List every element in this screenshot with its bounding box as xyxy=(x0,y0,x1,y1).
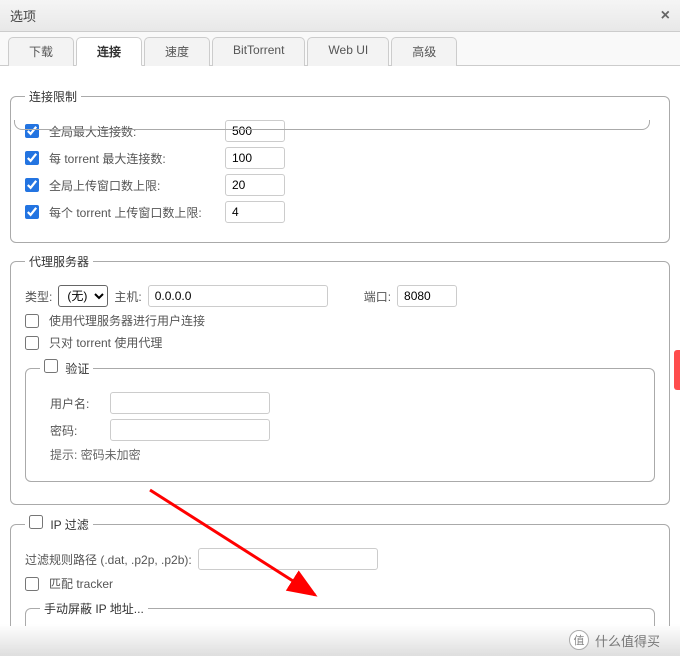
auth-pass-row: 密码: xyxy=(50,419,630,441)
conn-row-per-torrent-upload: 每个 torrent 上传窗口数上限: xyxy=(25,201,655,223)
checkbox-only-torrent-proxy[interactable] xyxy=(25,336,39,350)
label-per-torrent-max-conn: 每 torrent 最大连接数: xyxy=(49,150,219,167)
close-icon[interactable]: × xyxy=(661,7,670,25)
conn-row-per-torrent-max: 每 torrent 最大连接数: xyxy=(25,147,655,169)
manual-block-group: 手动屏蔽 IP 地址... xyxy=(25,600,655,626)
checkbox-global-upload-slots[interactable] xyxy=(25,178,39,192)
tabs-bar: 下载 连接 速度 BitTorrent Web UI 高级 xyxy=(0,32,680,66)
proxy-only-torrent-row: 只对 torrent 使用代理 xyxy=(25,334,655,351)
label-proxy-peers: 使用代理服务器进行用户连接 xyxy=(49,312,205,329)
input-global-upload-slots[interactable] xyxy=(225,174,285,196)
connection-limits-group: 连接限制 全局最大连接数: 每 torrent 最大连接数: 全局上传窗口数上限… xyxy=(10,88,670,243)
proxy-auth-legend: 验证 xyxy=(40,359,93,377)
auth-user-label: 用户名: xyxy=(50,395,100,412)
checkbox-per-torrent-upload-slots[interactable] xyxy=(25,205,39,219)
proxy-main-row: 类型: (无) 主机: 端口: xyxy=(25,285,655,307)
proxy-type-label: 类型: xyxy=(25,288,52,305)
label-match-tracker: 匹配 tracker xyxy=(49,575,113,592)
conn-row-global-upload: 全局上传窗口数上限: xyxy=(25,174,655,196)
tab-bittorrent[interactable]: BitTorrent xyxy=(212,37,305,66)
dialog-header: 选项 × xyxy=(0,0,680,32)
watermark-bar: 值 什么值得买 xyxy=(0,624,680,656)
manual-block-legend: 手动屏蔽 IP 地址... xyxy=(40,600,148,617)
side-indicator xyxy=(674,350,680,390)
auth-pass-input[interactable] xyxy=(110,419,270,441)
auth-user-input[interactable] xyxy=(110,392,270,414)
ipfilter-path-input[interactable] xyxy=(198,548,378,570)
tab-webui[interactable]: Web UI xyxy=(307,37,389,66)
label-only-torrent-proxy: 只对 torrent 使用代理 xyxy=(49,334,162,351)
checkbox-proxy-peers[interactable] xyxy=(25,314,39,328)
proxy-legend: 代理服务器 xyxy=(25,253,93,270)
label-global-upload-slots: 全局上传窗口数上限: xyxy=(49,177,219,194)
ipfilter-path-row: 过滤规则路径 (.dat, .p2p, .p2b): xyxy=(25,548,655,570)
auth-user-row: 用户名: xyxy=(50,392,630,414)
checkbox-match-tracker[interactable] xyxy=(25,577,39,591)
proxy-host-label: 主机: xyxy=(114,288,141,305)
ipfilter-group: IP 过滤 过滤规则路径 (.dat, .p2p, .p2b): 匹配 trac… xyxy=(10,515,670,626)
prev-section-edge xyxy=(14,120,650,130)
checkbox-ipfilter[interactable] xyxy=(29,515,43,529)
dialog-title: 选项 xyxy=(10,6,36,25)
proxy-group: 代理服务器 类型: (无) 主机: 端口: 使用代理服务器进行用户连接 只对 t… xyxy=(10,253,670,505)
connection-limits-legend: 连接限制 xyxy=(25,88,81,105)
proxy-port-label: 端口: xyxy=(364,288,391,305)
ipfilter-tracker-row: 匹配 tracker xyxy=(25,575,655,592)
tab-speed[interactable]: 速度 xyxy=(144,37,210,66)
watermark-icon: 值 xyxy=(569,630,589,650)
checkbox-per-torrent-max-conn[interactable] xyxy=(25,151,39,165)
content-area: 连接限制 全局最大连接数: 每 torrent 最大连接数: 全局上传窗口数上限… xyxy=(0,66,680,626)
proxy-host-input[interactable] xyxy=(148,285,328,307)
auth-hint: 提示: 密码未加密 xyxy=(50,446,630,463)
proxy-peers-row: 使用代理服务器进行用户连接 xyxy=(25,312,655,329)
input-per-torrent-upload-slots[interactable] xyxy=(225,201,285,223)
watermark-text: 什么值得买 xyxy=(595,631,660,650)
tab-download[interactable]: 下载 xyxy=(8,37,74,66)
label-per-torrent-upload-slots: 每个 torrent 上传窗口数上限: xyxy=(49,204,219,221)
auth-pass-label: 密码: xyxy=(50,422,100,439)
proxy-auth-group: 验证 用户名: 密码: 提示: 密码未加密 xyxy=(25,359,655,482)
tab-advanced[interactable]: 高级 xyxy=(391,37,457,66)
checkbox-proxy-auth[interactable] xyxy=(44,359,58,373)
ipfilter-legend-text: IP 过滤 xyxy=(50,518,88,532)
ipfilter-path-label: 过滤规则路径 (.dat, .p2p, .p2b): xyxy=(25,551,192,568)
ipfilter-legend: IP 过滤 xyxy=(25,515,93,533)
proxy-port-input[interactable] xyxy=(397,285,457,307)
input-per-torrent-max-conn[interactable] xyxy=(225,147,285,169)
proxy-type-select[interactable]: (无) xyxy=(58,285,108,307)
tab-connection[interactable]: 连接 xyxy=(76,37,142,66)
proxy-auth-legend-text: 验证 xyxy=(65,362,89,376)
